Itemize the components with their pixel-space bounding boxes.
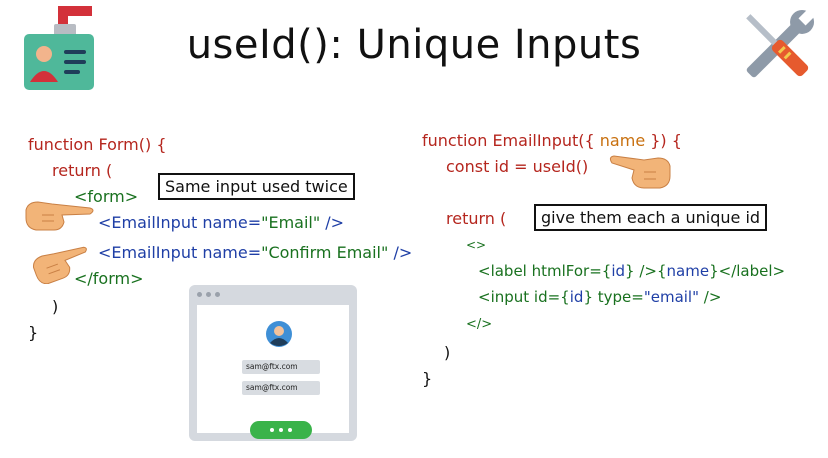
code-line: } bbox=[28, 323, 39, 342]
window-dot-icon bbox=[215, 292, 220, 297]
callout-unique-id: give them each a unique id bbox=[534, 204, 768, 231]
code-line: const id = useId() bbox=[446, 157, 589, 176]
code-line: return ( bbox=[52, 161, 113, 180]
browser-mockup: sam@ftx.com sam@ftx.com bbox=[189, 285, 357, 441]
pointing-hand-icon bbox=[33, 246, 87, 284]
code-line: </> bbox=[466, 317, 493, 332]
code-line: <EmailInput name="Email" /> bbox=[98, 213, 345, 232]
code-line: ) bbox=[444, 343, 451, 362]
callout-same-input: Same input used twice bbox=[158, 173, 355, 200]
dot-icon bbox=[288, 428, 292, 432]
user-avatar-icon bbox=[266, 321, 292, 347]
page-title: useId(): Unique Inputs bbox=[186, 22, 642, 68]
code-line: <> bbox=[466, 238, 487, 252]
dot-icon bbox=[279, 428, 283, 432]
pointing-hand-icon bbox=[25, 201, 94, 231]
pointing-hand-icon bbox=[609, 155, 671, 189]
code-line: <input id={id} type="email" /> bbox=[478, 288, 722, 306]
code-line: <EmailInput name="Confirm Email" /> bbox=[98, 243, 413, 262]
confirm-email-field[interactable]: sam@ftx.com bbox=[242, 381, 320, 395]
window-dot-icon bbox=[197, 292, 202, 297]
browser-content: sam@ftx.com sam@ftx.com bbox=[197, 305, 349, 439]
window-dot-icon bbox=[206, 292, 211, 297]
code-line: <label htmlFor={id} />{name}</label> bbox=[478, 262, 786, 280]
code-line: function Form() { bbox=[28, 135, 167, 154]
code-line: } bbox=[422, 369, 433, 388]
email-field[interactable]: sam@ftx.com bbox=[242, 360, 320, 374]
browser-title-bar bbox=[189, 285, 357, 305]
dot-icon bbox=[270, 428, 274, 432]
submit-button[interactable] bbox=[250, 421, 312, 439]
code-line: ) bbox=[52, 297, 59, 316]
code-line: return ( bbox=[446, 209, 507, 228]
